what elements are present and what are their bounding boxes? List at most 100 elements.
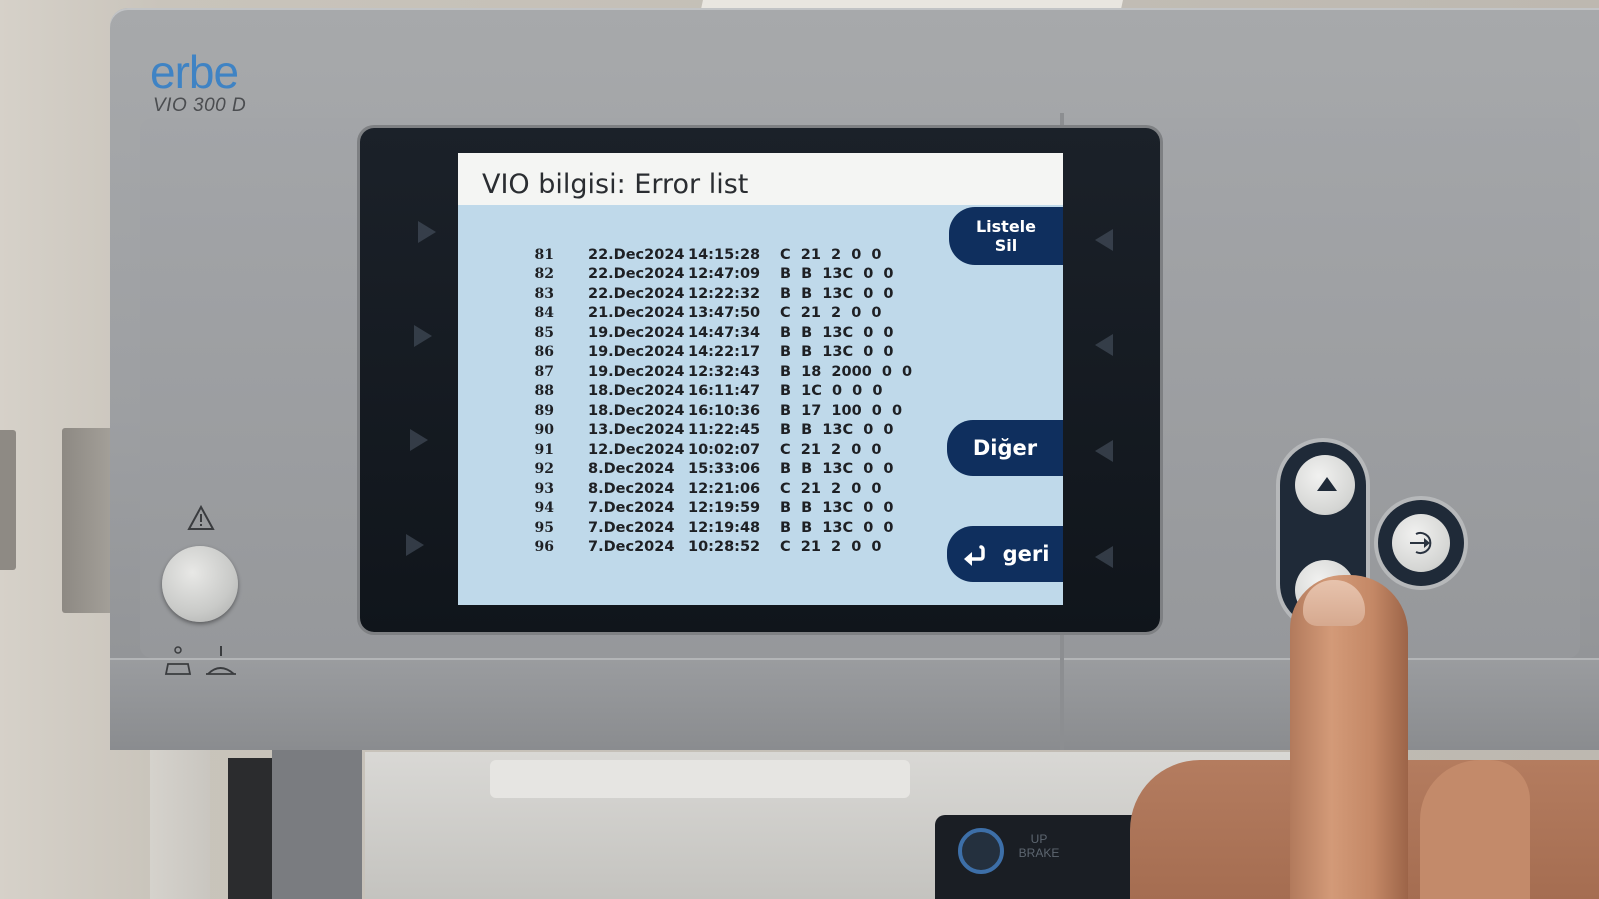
log-row: 96 7.Dec2024 10:28:52 C 21 2 0 0 xyxy=(506,538,926,558)
lcd-screen: VIO bilgisi: Error list 81 22.Dec2024 14:1… xyxy=(458,153,1063,605)
log-date: 22.Dec2024 xyxy=(588,285,685,302)
log-date: 8.Dec2024 xyxy=(588,480,675,497)
brand-logo: erbe xyxy=(150,46,239,98)
warning-icon xyxy=(187,505,215,530)
up-arrow-icon xyxy=(1317,477,1337,491)
log-number: 84 xyxy=(534,305,554,322)
log-number: 95 xyxy=(534,519,554,536)
log-time: 16:11:47 xyxy=(688,383,761,400)
gray-object xyxy=(272,745,362,899)
wall-bracket-left xyxy=(0,430,16,570)
log-code: B B 13C 0 0 xyxy=(780,422,894,439)
side-arrow-icon[interactable] xyxy=(1095,440,1113,462)
log-time: 14:15:28 xyxy=(688,246,761,263)
log-date: 12.Dec2024 xyxy=(588,441,685,458)
log-row: 83 22.Dec2024 12:22:32 B B 13C 0 0 xyxy=(506,284,926,304)
log-row: 88 18.Dec2024 16:11:47 B 1C 0 0 0 xyxy=(506,382,926,402)
log-number: 82 xyxy=(534,266,554,283)
log-date: 13.Dec2024 xyxy=(588,422,685,439)
standby-icon xyxy=(164,646,236,675)
log-code: B B 13C 0 0 xyxy=(780,324,894,341)
log-number: 85 xyxy=(534,324,554,341)
log-number: 92 xyxy=(534,461,554,478)
log-time: 12:19:48 xyxy=(688,519,761,536)
back-button[interactable]: geri xyxy=(947,526,1063,582)
log-number: 86 xyxy=(534,344,554,361)
log-row: 93 8.Dec2024 12:21:06 C 21 2 0 0 xyxy=(506,479,926,499)
log-time: 14:22:17 xyxy=(688,344,761,361)
log-row: 87 19.Dec2024 12:32:43 B 18 2000 0 0 xyxy=(506,362,926,382)
log-time: 12:32:43 xyxy=(688,363,761,380)
side-arrow-icon[interactable] xyxy=(1095,229,1113,251)
log-code: B B 13C 0 0 xyxy=(780,461,894,478)
brake-button[interactable] xyxy=(958,828,1004,874)
log-row: 84 21.Dec2024 13:47:50 C 21 2 0 0 xyxy=(506,304,926,324)
log-number: 81 xyxy=(534,246,554,263)
log-code: C 21 2 0 0 xyxy=(780,246,882,263)
enter-icon xyxy=(1410,532,1432,554)
log-date: 18.Dec2024 xyxy=(588,383,685,400)
log-number: 94 xyxy=(534,500,554,517)
other-button[interactable]: Diğer xyxy=(947,420,1063,476)
log-number: 83 xyxy=(534,285,554,302)
log-time: 13:47:50 xyxy=(688,305,761,322)
wall-bracket xyxy=(62,428,117,613)
log-row: 81 22.Dec2024 14:15:28 C 21 2 0 0 xyxy=(506,245,926,265)
log-number: 89 xyxy=(534,402,554,419)
log-date: 19.Dec2024 xyxy=(588,363,685,380)
log-date: 22.Dec2024 xyxy=(588,266,685,283)
list-delete-line2: Sil xyxy=(994,236,1018,255)
log-code: C 21 2 0 0 xyxy=(780,480,882,497)
error-list: 81 22.Dec2024 14:15:28 C 21 2 0 0 82 22.Dec20… xyxy=(506,245,926,557)
log-date: 19.Dec2024 xyxy=(588,344,685,361)
log-date: 7.Dec2024 xyxy=(588,500,675,517)
log-time: 11:22:45 xyxy=(688,422,761,439)
side-arrow-icon[interactable] xyxy=(414,325,432,347)
log-time: 12:19:59 xyxy=(688,500,761,517)
log-date: 22.Dec2024 xyxy=(588,246,685,263)
side-arrow-icon[interactable] xyxy=(418,221,436,243)
log-time: 12:47:09 xyxy=(688,266,761,283)
log-code: B 17 100 0 0 xyxy=(780,402,903,419)
log-number: 87 xyxy=(534,363,554,380)
other-button-label: Diğer xyxy=(972,436,1038,460)
log-date: 7.Dec2024 xyxy=(588,539,675,556)
log-number: 93 xyxy=(534,480,554,497)
log-row: 92 8.Dec2024 15:33:06 B B 13C 0 0 xyxy=(506,460,926,480)
side-arrow-icon[interactable] xyxy=(1095,546,1113,568)
dark-object xyxy=(228,758,272,899)
log-code: B B 13C 0 0 xyxy=(780,266,894,283)
log-code: B 1C 0 0 0 xyxy=(780,383,883,400)
list-delete-button[interactable]: Listele Sil xyxy=(949,207,1063,265)
side-arrow-icon[interactable] xyxy=(1095,334,1113,356)
log-row: 90 13.Dec2024 11:22:45 B B 13C 0 0 xyxy=(506,421,926,441)
log-number: 96 xyxy=(534,539,554,556)
side-arrow-icon[interactable] xyxy=(410,429,428,451)
log-row: 91 12.Dec2024 10:02:07 C 21 2 0 0 xyxy=(506,440,926,460)
log-row: 82 22.Dec2024 12:47:09 B B 13C 0 0 xyxy=(506,265,926,285)
model-label: VIO 300 D xyxy=(153,95,247,116)
log-number: 90 xyxy=(534,422,554,439)
log-date: 21.Dec2024 xyxy=(588,305,685,322)
log-code: B B 13C 0 0 xyxy=(780,285,894,302)
log-code: B B 13C 0 0 xyxy=(780,344,894,361)
log-date: 7.Dec2024 xyxy=(588,519,675,536)
back-button-label: geri xyxy=(1002,542,1050,566)
log-time: 14:47:34 xyxy=(688,324,761,341)
log-code: B B 13C 0 0 xyxy=(780,519,894,536)
log-time: 10:28:52 xyxy=(688,539,761,556)
log-row: 94 7.Dec2024 12:19:59 B B 13C 0 0 xyxy=(506,499,926,519)
ruler xyxy=(150,740,210,899)
lower-slot xyxy=(490,760,910,798)
side-arrow-icon[interactable] xyxy=(406,534,424,556)
hand-knuckle xyxy=(1420,760,1530,899)
power-button[interactable] xyxy=(162,546,238,622)
log-row: 89 18.Dec2024 16:10:36 B 17 100 0 0 xyxy=(506,401,926,421)
log-number: 88 xyxy=(534,383,554,400)
log-row: 85 19.Dec2024 14:47:34 B B 13C 0 0 xyxy=(506,323,926,343)
log-code: C 21 2 0 0 xyxy=(780,305,882,322)
back-arrow-icon xyxy=(963,545,985,566)
log-code: B 18 2000 0 0 xyxy=(780,363,913,380)
brake-label: UP BRAKE xyxy=(1018,832,1060,860)
log-date: 19.Dec2024 xyxy=(588,324,685,341)
